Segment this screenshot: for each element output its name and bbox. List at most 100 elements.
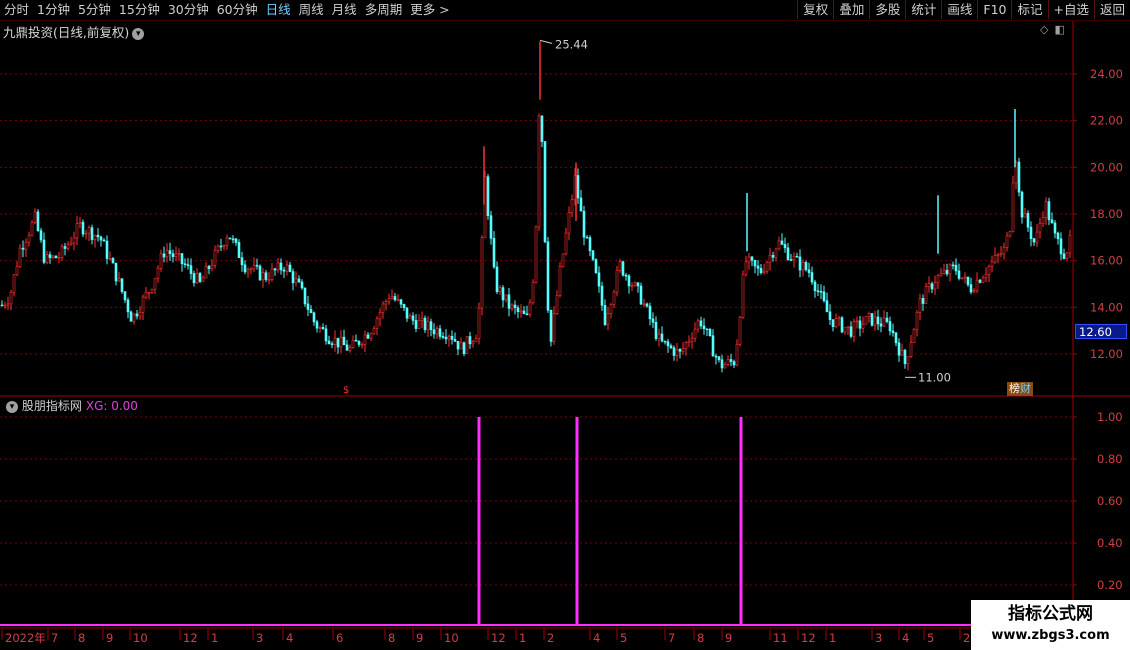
candle-body bbox=[177, 253, 181, 255]
candle-body bbox=[444, 336, 448, 340]
candle-body bbox=[1005, 235, 1009, 248]
date-axis-label: 5 bbox=[620, 631, 627, 645]
candle-body bbox=[408, 315, 412, 319]
candle-body bbox=[786, 247, 790, 260]
candle-body bbox=[117, 278, 121, 282]
candle-body bbox=[921, 298, 925, 304]
candle-body bbox=[213, 249, 217, 266]
date-axis-label: 7 bbox=[51, 631, 58, 645]
candle-body bbox=[564, 232, 568, 255]
candle-body bbox=[1011, 182, 1015, 232]
candle-body bbox=[336, 337, 340, 348]
candle-body bbox=[1023, 213, 1027, 218]
candle-body bbox=[1059, 238, 1063, 255]
candle-body bbox=[1062, 253, 1066, 259]
candle-body bbox=[579, 197, 583, 212]
high-price-label: 25.44 bbox=[555, 37, 588, 51]
candle-body bbox=[162, 253, 166, 258]
candle-body bbox=[753, 259, 757, 267]
candle-body bbox=[654, 322, 658, 339]
board-tag[interactable]: 榜财 bbox=[1007, 382, 1033, 396]
candle-body bbox=[690, 338, 694, 342]
candle-body bbox=[543, 141, 547, 243]
candle-body bbox=[360, 344, 364, 346]
candle-body bbox=[972, 290, 976, 293]
candle-body bbox=[756, 265, 760, 269]
candle-body bbox=[1056, 232, 1060, 240]
date-axis-label: 3 bbox=[256, 631, 263, 645]
candle-body bbox=[462, 342, 466, 355]
candle-body bbox=[390, 296, 394, 299]
candle-body bbox=[750, 256, 754, 261]
candle-body bbox=[783, 244, 787, 249]
candle-body bbox=[675, 349, 679, 356]
candle-body bbox=[819, 291, 823, 293]
candle-body bbox=[669, 345, 673, 349]
candle-body bbox=[636, 282, 640, 287]
candle-body bbox=[861, 323, 865, 329]
candle-body bbox=[858, 320, 862, 329]
kline-chart[interactable]: 24.00 22.00 20.00 18.00 16.00 14.00 12.00 1.00 0… bbox=[0, 0, 1130, 650]
candle-body bbox=[405, 307, 409, 319]
candle-body bbox=[318, 327, 322, 329]
indicator-axis-label: 1.00 bbox=[1097, 410, 1123, 424]
candle-body bbox=[810, 272, 814, 283]
candle-body bbox=[132, 313, 136, 322]
candle-body bbox=[21, 247, 25, 250]
candle-body bbox=[273, 268, 277, 271]
date-axis-label: 11 bbox=[773, 631, 788, 645]
candle-body bbox=[309, 309, 313, 314]
candle-body bbox=[717, 356, 721, 361]
candle-body bbox=[15, 266, 19, 276]
candle-body bbox=[885, 317, 889, 322]
candle-body bbox=[789, 259, 793, 261]
candle-body bbox=[357, 340, 361, 345]
candle-body bbox=[1008, 231, 1012, 237]
candle-body bbox=[960, 277, 964, 280]
candle-body bbox=[627, 275, 631, 287]
low-price-label: 11.00 bbox=[918, 370, 951, 384]
candle-body bbox=[345, 344, 349, 351]
board-tag-2: 财 bbox=[1020, 382, 1031, 395]
candle-body bbox=[867, 313, 871, 317]
candle-body bbox=[759, 267, 763, 274]
chevron-down-icon[interactable]: ▾ bbox=[6, 400, 18, 413]
candle-body bbox=[978, 279, 982, 283]
candle-body bbox=[399, 299, 403, 305]
candles bbox=[0, 113, 1072, 373]
candle-body bbox=[621, 261, 625, 276]
candle-body bbox=[630, 285, 634, 287]
candle-body bbox=[738, 317, 742, 345]
candle-body bbox=[879, 323, 883, 327]
candle-body bbox=[591, 250, 595, 260]
candle-body bbox=[114, 262, 118, 282]
price-axis-label: 16.00 bbox=[1090, 254, 1123, 268]
candle-body bbox=[936, 275, 940, 283]
candle-body bbox=[1050, 219, 1054, 224]
candle-body bbox=[453, 339, 457, 342]
candle-body bbox=[426, 321, 430, 331]
candle-body bbox=[30, 222, 34, 236]
high-marker-line bbox=[539, 39, 553, 44]
candle-body bbox=[516, 307, 520, 312]
candle-body bbox=[891, 330, 895, 334]
candle-body bbox=[216, 245, 220, 251]
candle-body bbox=[330, 343, 334, 345]
candle-body bbox=[321, 327, 325, 330]
candle-body bbox=[984, 274, 988, 279]
price-axis-label: 18.00 bbox=[1090, 207, 1123, 221]
candle-body bbox=[816, 290, 820, 293]
candle-body bbox=[729, 359, 733, 362]
candle-body bbox=[174, 253, 178, 258]
candle-body bbox=[588, 237, 592, 252]
candle-body bbox=[258, 265, 262, 281]
candle-body bbox=[594, 259, 598, 274]
candle-body bbox=[570, 199, 574, 213]
candle-body bbox=[642, 303, 646, 306]
candle-body bbox=[372, 328, 376, 335]
candle-body bbox=[42, 239, 46, 263]
candle-body bbox=[507, 294, 511, 309]
candle-body bbox=[243, 264, 247, 273]
candle-body bbox=[1047, 201, 1051, 221]
candle-body bbox=[99, 236, 103, 241]
